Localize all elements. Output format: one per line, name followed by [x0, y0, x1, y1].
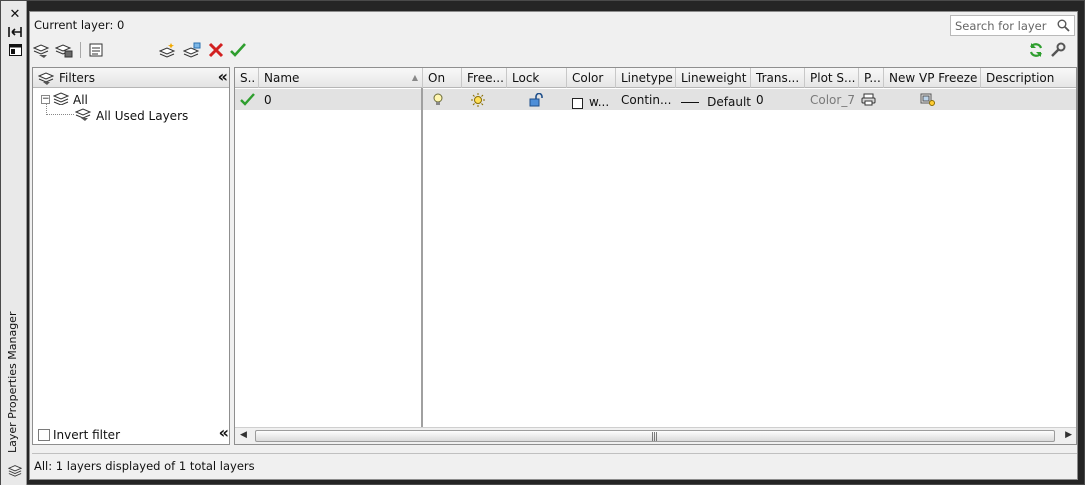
- layer-transparency[interactable]: 0: [751, 89, 805, 110]
- filter-icon: [74, 107, 93, 124]
- color-swatch: [572, 97, 583, 109]
- palette-title-strip[interactable]: ✕ Layer Properties Manager: [1, 1, 27, 485]
- new-vp-freeze-icon[interactable]: [884, 89, 972, 110]
- layer-linetype[interactable]: Contin...: [616, 89, 676, 110]
- column-name-label: Name: [264, 71, 300, 85]
- filters-header: Filters «: [33, 68, 229, 88]
- delete-layer-button[interactable]: [206, 40, 226, 60]
- filter-icon: [37, 70, 55, 88]
- color-name: w...: [589, 94, 610, 109]
- column-status[interactable]: S..: [235, 68, 259, 88]
- column-color[interactable]: Color: [567, 68, 616, 88]
- invert-filter-row[interactable]: Invert filter «: [32, 425, 230, 445]
- current-layer-check-icon[interactable]: [235, 89, 259, 110]
- scroll-left-icon[interactable]: ◀: [240, 430, 247, 440]
- layer-name[interactable]: 0: [259, 89, 423, 110]
- column-lineweight[interactable]: Lineweight: [676, 68, 751, 88]
- column-header-row: S.. Name ▲ On Free... Lock Color Linetyp…: [235, 68, 1076, 88]
- palette-title: Layer Properties Manager: [6, 311, 19, 453]
- toolbar-separator: [80, 42, 81, 58]
- sun-thawed-icon[interactable]: [462, 89, 494, 110]
- refresh-icon[interactable]: [1026, 40, 1046, 60]
- set-current-button[interactable]: [228, 40, 248, 60]
- column-plot[interactable]: P...: [859, 68, 884, 88]
- invert-filter-checkbox[interactable]: [38, 429, 50, 441]
- tree-label-all-used-layers: All Used Layers: [96, 108, 189, 123]
- new-group-filter-button[interactable]: [54, 40, 74, 60]
- filters-pane: Filters « − All All Used Layers: [32, 67, 230, 445]
- layer-color[interactable]: w...: [567, 89, 616, 110]
- column-on[interactable]: On: [423, 68, 462, 88]
- layer-stack-icon[interactable]: [8, 463, 22, 477]
- search-placeholder: Search for layer: [955, 19, 1047, 33]
- column-plot-style[interactable]: Plot S...: [805, 68, 859, 88]
- table-row[interactable]: 0 w... Contin... Default 0 Color_7: [235, 89, 1076, 110]
- close-icon[interactable]: ✕: [8, 7, 22, 21]
- collapse-pane-icon[interactable]: «: [219, 425, 229, 441]
- column-description[interactable]: Description: [981, 68, 1076, 88]
- current-layer-label: Current layer: 0: [34, 18, 125, 32]
- scroll-grip-icon: |||: [651, 432, 658, 442]
- layer-properties-window: ✕ Layer Properties Manager Current layer…: [0, 0, 1085, 485]
- layer-list: S.. Name ▲ On Free... Lock Color Linetyp…: [234, 67, 1077, 445]
- column-freeze[interactable]: Free...: [462, 68, 507, 88]
- sort-ascending-icon: ▲: [411, 73, 418, 82]
- column-transparency[interactable]: Trans...: [751, 68, 805, 88]
- search-input[interactable]: Search for layer: [950, 15, 1075, 36]
- column-name[interactable]: Name ▲: [259, 68, 423, 88]
- unlock-icon[interactable]: [507, 89, 567, 110]
- new-layer-button[interactable]: [158, 40, 178, 60]
- column-lock[interactable]: Lock: [507, 68, 567, 88]
- scrollbar-thumb[interactable]: |||: [255, 430, 1055, 442]
- search-icon[interactable]: [1057, 19, 1070, 35]
- frozen-column-splitter[interactable]: [421, 88, 423, 428]
- filters-title: Filters: [59, 70, 95, 85]
- scroll-right-icon[interactable]: ▶: [1065, 430, 1072, 440]
- status-bar: All: 1 layers displayed of 1 total layer…: [32, 453, 1077, 477]
- new-property-filter-button[interactable]: [32, 40, 52, 60]
- column-linetype[interactable]: Linetype: [616, 68, 676, 88]
- column-new-vp-freeze[interactable]: New VP Freeze: [884, 68, 981, 88]
- settings-wrench-icon[interactable]: [1048, 40, 1068, 60]
- printer-icon[interactable]: [859, 89, 877, 110]
- lineweight-line: [681, 102, 700, 103]
- tree-label-all: All: [73, 92, 88, 107]
- layer-manager-panel: Current layer: 0 Search for layer Filter…: [29, 11, 1078, 480]
- tree-connector: [46, 103, 74, 115]
- properties-icon[interactable]: [8, 43, 22, 57]
- layer-lineweight[interactable]: Default: [676, 89, 751, 110]
- autohide-icon[interactable]: [8, 25, 22, 39]
- horizontal-scrollbar[interactable]: ◀ ||| ▶: [235, 427, 1076, 444]
- invert-filter-label: Invert filter: [53, 428, 120, 442]
- layer-description[interactable]: [981, 89, 1076, 110]
- new-layer-vp-frozen-button[interactable]: [182, 40, 202, 60]
- tree-item-all-used-layers[interactable]: All Used Layers: [74, 107, 189, 124]
- lightbulb-on-icon[interactable]: [423, 89, 453, 110]
- layer-plot-style: Color_7: [810, 93, 855, 107]
- collapse-filters-icon[interactable]: «: [218, 69, 228, 85]
- lineweight-value: Default: [707, 94, 751, 109]
- layer-states-manager-button[interactable]: [86, 40, 106, 60]
